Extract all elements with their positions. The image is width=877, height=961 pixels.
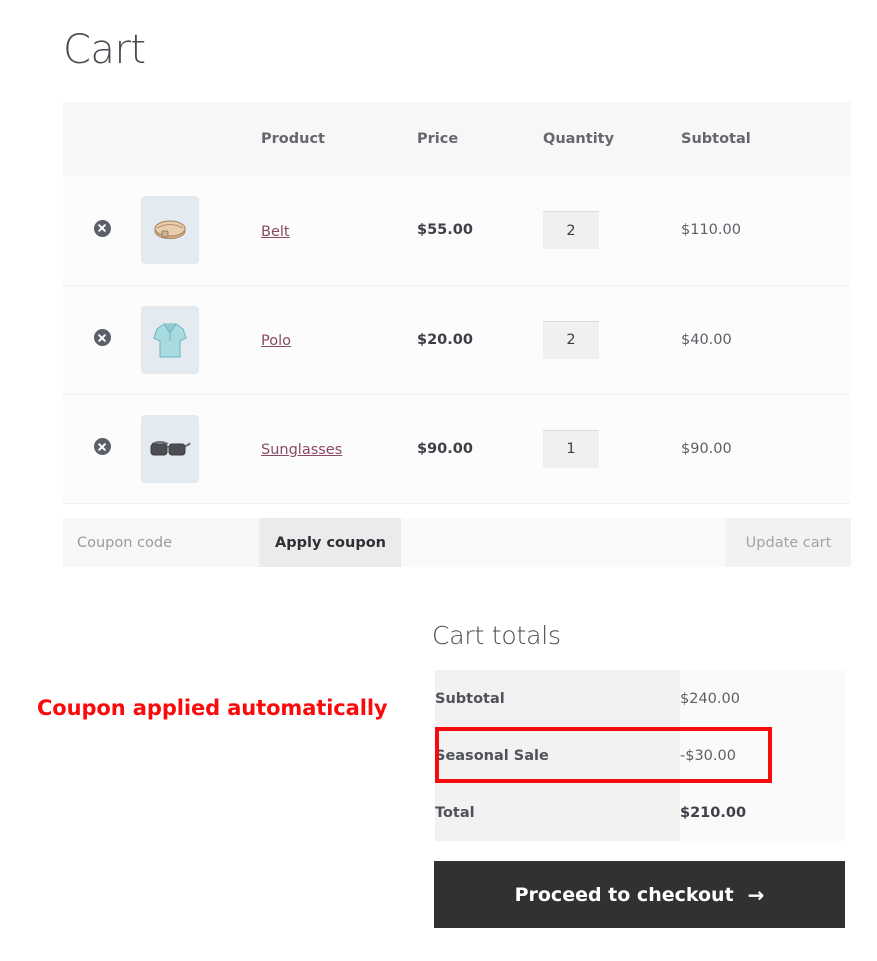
remove-item-cell [63, 285, 141, 394]
product-subtotal: $40.00 [681, 331, 732, 348]
polo-shirt-product-thumbnail[interactable] [141, 305, 199, 374]
totals-value: $240.00 [680, 670, 845, 727]
quantity-input[interactable]: 1 [543, 429, 599, 468]
product-link[interactable]: Polo [261, 333, 291, 349]
update-cart-button[interactable]: Update cart [726, 518, 851, 567]
header-price: Price [417, 131, 459, 147]
totals-label: Seasonal Sale [435, 727, 680, 784]
header-thumbnail [141, 102, 261, 176]
product-name-cell: Sunglasses [261, 394, 417, 503]
header-quantity: Quantity [543, 131, 615, 147]
totals-value: $210.00 [680, 784, 845, 841]
page-title: Cart [63, 27, 146, 73]
coupon-actions-row: Coupon code Apply coupon Update cart [63, 518, 851, 567]
cart-items-table: Product Price Quantity Subtotal Belt $55… [63, 102, 851, 504]
remove-item-cell [63, 394, 141, 503]
quantity-cell: 1 [543, 394, 681, 503]
product-name-cell: Polo [261, 285, 417, 394]
coupon-row-spacer [401, 518, 726, 567]
product-thumbnail-cell [141, 176, 261, 285]
product-thumbnail-cell [141, 285, 261, 394]
quantity-input[interactable]: 2 [543, 320, 599, 359]
product-price: $90.00 [417, 440, 473, 457]
product-subtotal: $90.00 [681, 440, 732, 457]
totals-row-seasonal-sale: Seasonal Sale -$30.00 [435, 727, 845, 784]
coupon-code-input[interactable]: Coupon code [63, 518, 260, 567]
product-link[interactable]: Sunglasses [261, 442, 342, 458]
totals-label: Total [435, 784, 680, 841]
quantity-cell: 2 [543, 285, 681, 394]
remove-item-cell [63, 176, 141, 285]
table-row: Polo $20.00 2 $40.00 [63, 285, 851, 394]
product-link[interactable]: Belt [261, 224, 290, 240]
header-subtotal: Subtotal [681, 131, 751, 147]
cart-totals-title: Cart totals [432, 621, 561, 650]
totals-row-total: Total $210.00 [435, 784, 845, 841]
quantity-input[interactable]: 2 [543, 211, 599, 250]
product-price: $55.00 [417, 222, 473, 239]
remove-circle-x-icon[interactable] [93, 438, 111, 455]
cart-page: Cart Product Price Quantity Subtotal Bel… [0, 0, 877, 961]
apply-coupon-button[interactable]: Apply coupon [260, 518, 401, 567]
cart-totals-table: Subtotal $240.00 Seasonal Sale -$30.00 T… [435, 670, 845, 841]
arrow-right-icon: → [747, 882, 765, 907]
product-price: $20.00 [417, 331, 473, 348]
sunglasses-product-thumbnail[interactable] [141, 414, 199, 483]
remove-circle-x-icon[interactable] [93, 329, 111, 346]
proceed-to-checkout-button[interactable]: Proceed to checkout → [434, 861, 845, 928]
annotation-label: Coupon applied automatically [37, 696, 388, 720]
remove-circle-x-icon[interactable] [93, 219, 111, 237]
product-thumbnail-cell [141, 394, 261, 503]
table-row: Belt $55.00 2 $110.00 [63, 176, 851, 285]
table-row: Sunglasses $90.00 1 $90.00 [63, 394, 851, 503]
cart-table-header-row: Product Price Quantity Subtotal [63, 102, 851, 176]
product-name-cell: Belt [261, 176, 417, 285]
header-remove [63, 102, 141, 176]
product-subtotal: $110.00 [681, 222, 741, 239]
quantity-cell: 2 [543, 176, 681, 285]
totals-value: -$30.00 [680, 727, 845, 784]
totals-row-subtotal: Subtotal $240.00 [435, 670, 845, 727]
belt-product-thumbnail[interactable] [141, 196, 199, 265]
header-product: Product [261, 131, 325, 147]
totals-label: Subtotal [435, 670, 680, 727]
checkout-button-label: Proceed to checkout [514, 883, 734, 906]
